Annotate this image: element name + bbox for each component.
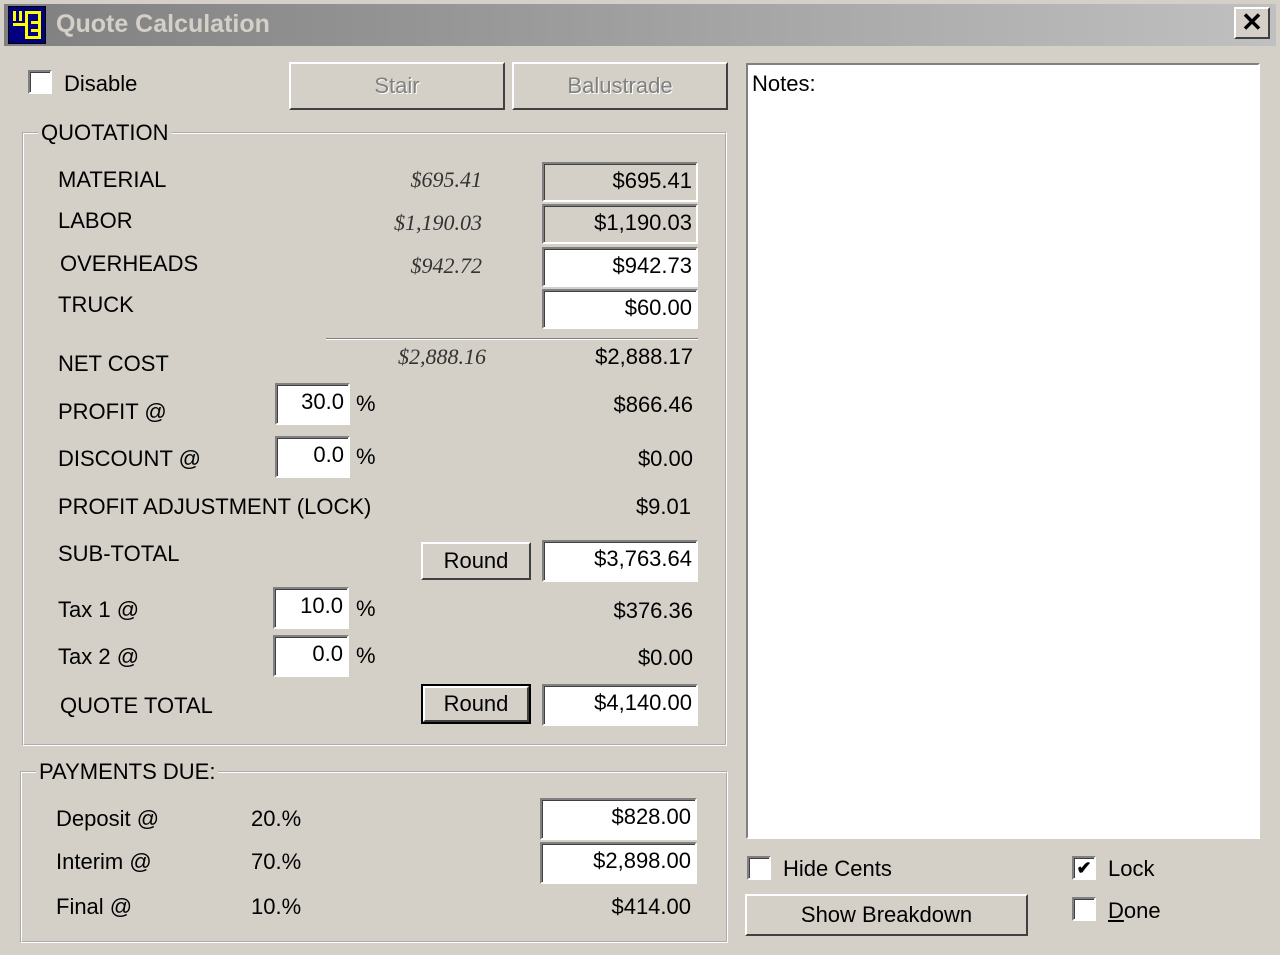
close-icon: ✕ <box>1241 7 1263 37</box>
quote-total-round-button[interactable]: Round <box>421 684 531 724</box>
lock-checkbox[interactable]: ✔ <box>1072 856 1096 880</box>
final-percent: 10.% <box>251 894 302 919</box>
net-cost-calc: $2,888.16 <box>398 344 486 369</box>
tax2-percent-field[interactable]: 0.0 <box>273 635 349 677</box>
subtotal-round-button[interactable]: Round <box>421 542 531 580</box>
net-cost-label: NET COST <box>58 351 169 376</box>
disable-label: Disable <box>64 71 138 96</box>
discount-percent-unit: % <box>356 444 376 469</box>
payments-title: PAYMENTS DUE: <box>36 759 219 785</box>
deposit-percent: 20.% <box>251 806 302 831</box>
material-field[interactable]: $695.41 <box>542 162 698 202</box>
overheads-field[interactable]: $942.73 <box>542 247 698 287</box>
stair-button[interactable]: Stair <box>289 62 505 110</box>
material-label: MATERIAL <box>58 167 167 192</box>
deposit-field[interactable]: $828.00 <box>540 798 697 840</box>
close-button[interactable]: ✕ <box>1234 7 1270 39</box>
material-calc: $695.41 <box>410 167 483 192</box>
tax2-percent-unit: % <box>356 643 376 668</box>
done-label: Done <box>1108 898 1161 924</box>
tax1-percent-unit: % <box>356 596 376 621</box>
notes-textarea[interactable]: Notes: <box>746 63 1260 839</box>
done-checkbox[interactable] <box>1072 897 1096 921</box>
tax2-value: $0.00 <box>637 645 693 670</box>
tax2-label: Tax 2 @ <box>58 644 140 669</box>
balustrade-button[interactable]: Balustrade <box>512 62 728 110</box>
interim-field[interactable]: $2,898.00 <box>540 842 697 884</box>
app-icon <box>8 6 46 44</box>
interim-label: Interim @ <box>56 849 152 874</box>
labor-label: LABOR <box>58 208 133 233</box>
discount-value: $0.00 <box>637 446 693 471</box>
disable-checkbox[interactable] <box>28 70 52 94</box>
final-value: $414.00 <box>611 894 691 919</box>
truck-label: TRUCK <box>58 292 134 317</box>
profit-percent-unit: % <box>356 391 376 416</box>
truck-field[interactable]: $60.00 <box>542 289 698 329</box>
profit-percent-field[interactable]: 30.0 <box>275 383 350 425</box>
quotation-title: QUOTATION <box>38 120 172 146</box>
lock-label: Lock <box>1108 856 1155 881</box>
show-breakdown-button[interactable]: Show Breakdown <box>745 894 1028 936</box>
quote-total-label: QUOTE TOTAL <box>60 693 213 718</box>
hide-cents-label: Hide Cents <box>783 856 892 881</box>
window-title: Quote Calculation <box>56 10 270 38</box>
tax1-label: Tax 1 @ <box>58 597 140 622</box>
overheads-label: OVERHEADS <box>60 251 199 276</box>
profit-adjustment-label: PROFIT ADJUSTMENT (LOCK) <box>58 494 372 519</box>
profit-label: PROFIT @ <box>58 399 167 424</box>
profit-value: $866.46 <box>613 392 693 417</box>
deposit-label: Deposit @ <box>56 806 160 831</box>
done-accelerator: D <box>1108 898 1124 923</box>
interim-percent: 70.% <box>251 849 302 874</box>
subtotal-field[interactable]: $3,763.64 <box>542 540 698 582</box>
labor-field[interactable]: $1,190.03 <box>542 204 698 244</box>
discount-label: DISCOUNT @ <box>58 446 201 471</box>
quote-total-field[interactable]: $4,140.00 <box>542 684 698 726</box>
net-cost-separator <box>326 338 698 340</box>
check-icon: ✔ <box>1076 858 1092 878</box>
discount-percent-field[interactable]: 0.0 <box>275 436 350 478</box>
subtotal-label: SUB-TOTAL <box>58 541 180 566</box>
hide-cents-checkbox[interactable] <box>747 856 771 880</box>
done-label-rest: one <box>1123 898 1161 923</box>
overheads-calc: $942.72 <box>410 253 483 278</box>
final-label: Final @ <box>56 894 133 919</box>
labor-calc: $1,190.03 <box>394 210 482 235</box>
profit-adjustment-value: $9.01 <box>635 494 691 519</box>
tax1-percent-field[interactable]: 10.0 <box>273 587 349 629</box>
notes-label: Notes: <box>752 71 816 96</box>
tax1-value: $376.36 <box>613 598 693 623</box>
net-cost-value: $2,888.17 <box>595 344 693 369</box>
